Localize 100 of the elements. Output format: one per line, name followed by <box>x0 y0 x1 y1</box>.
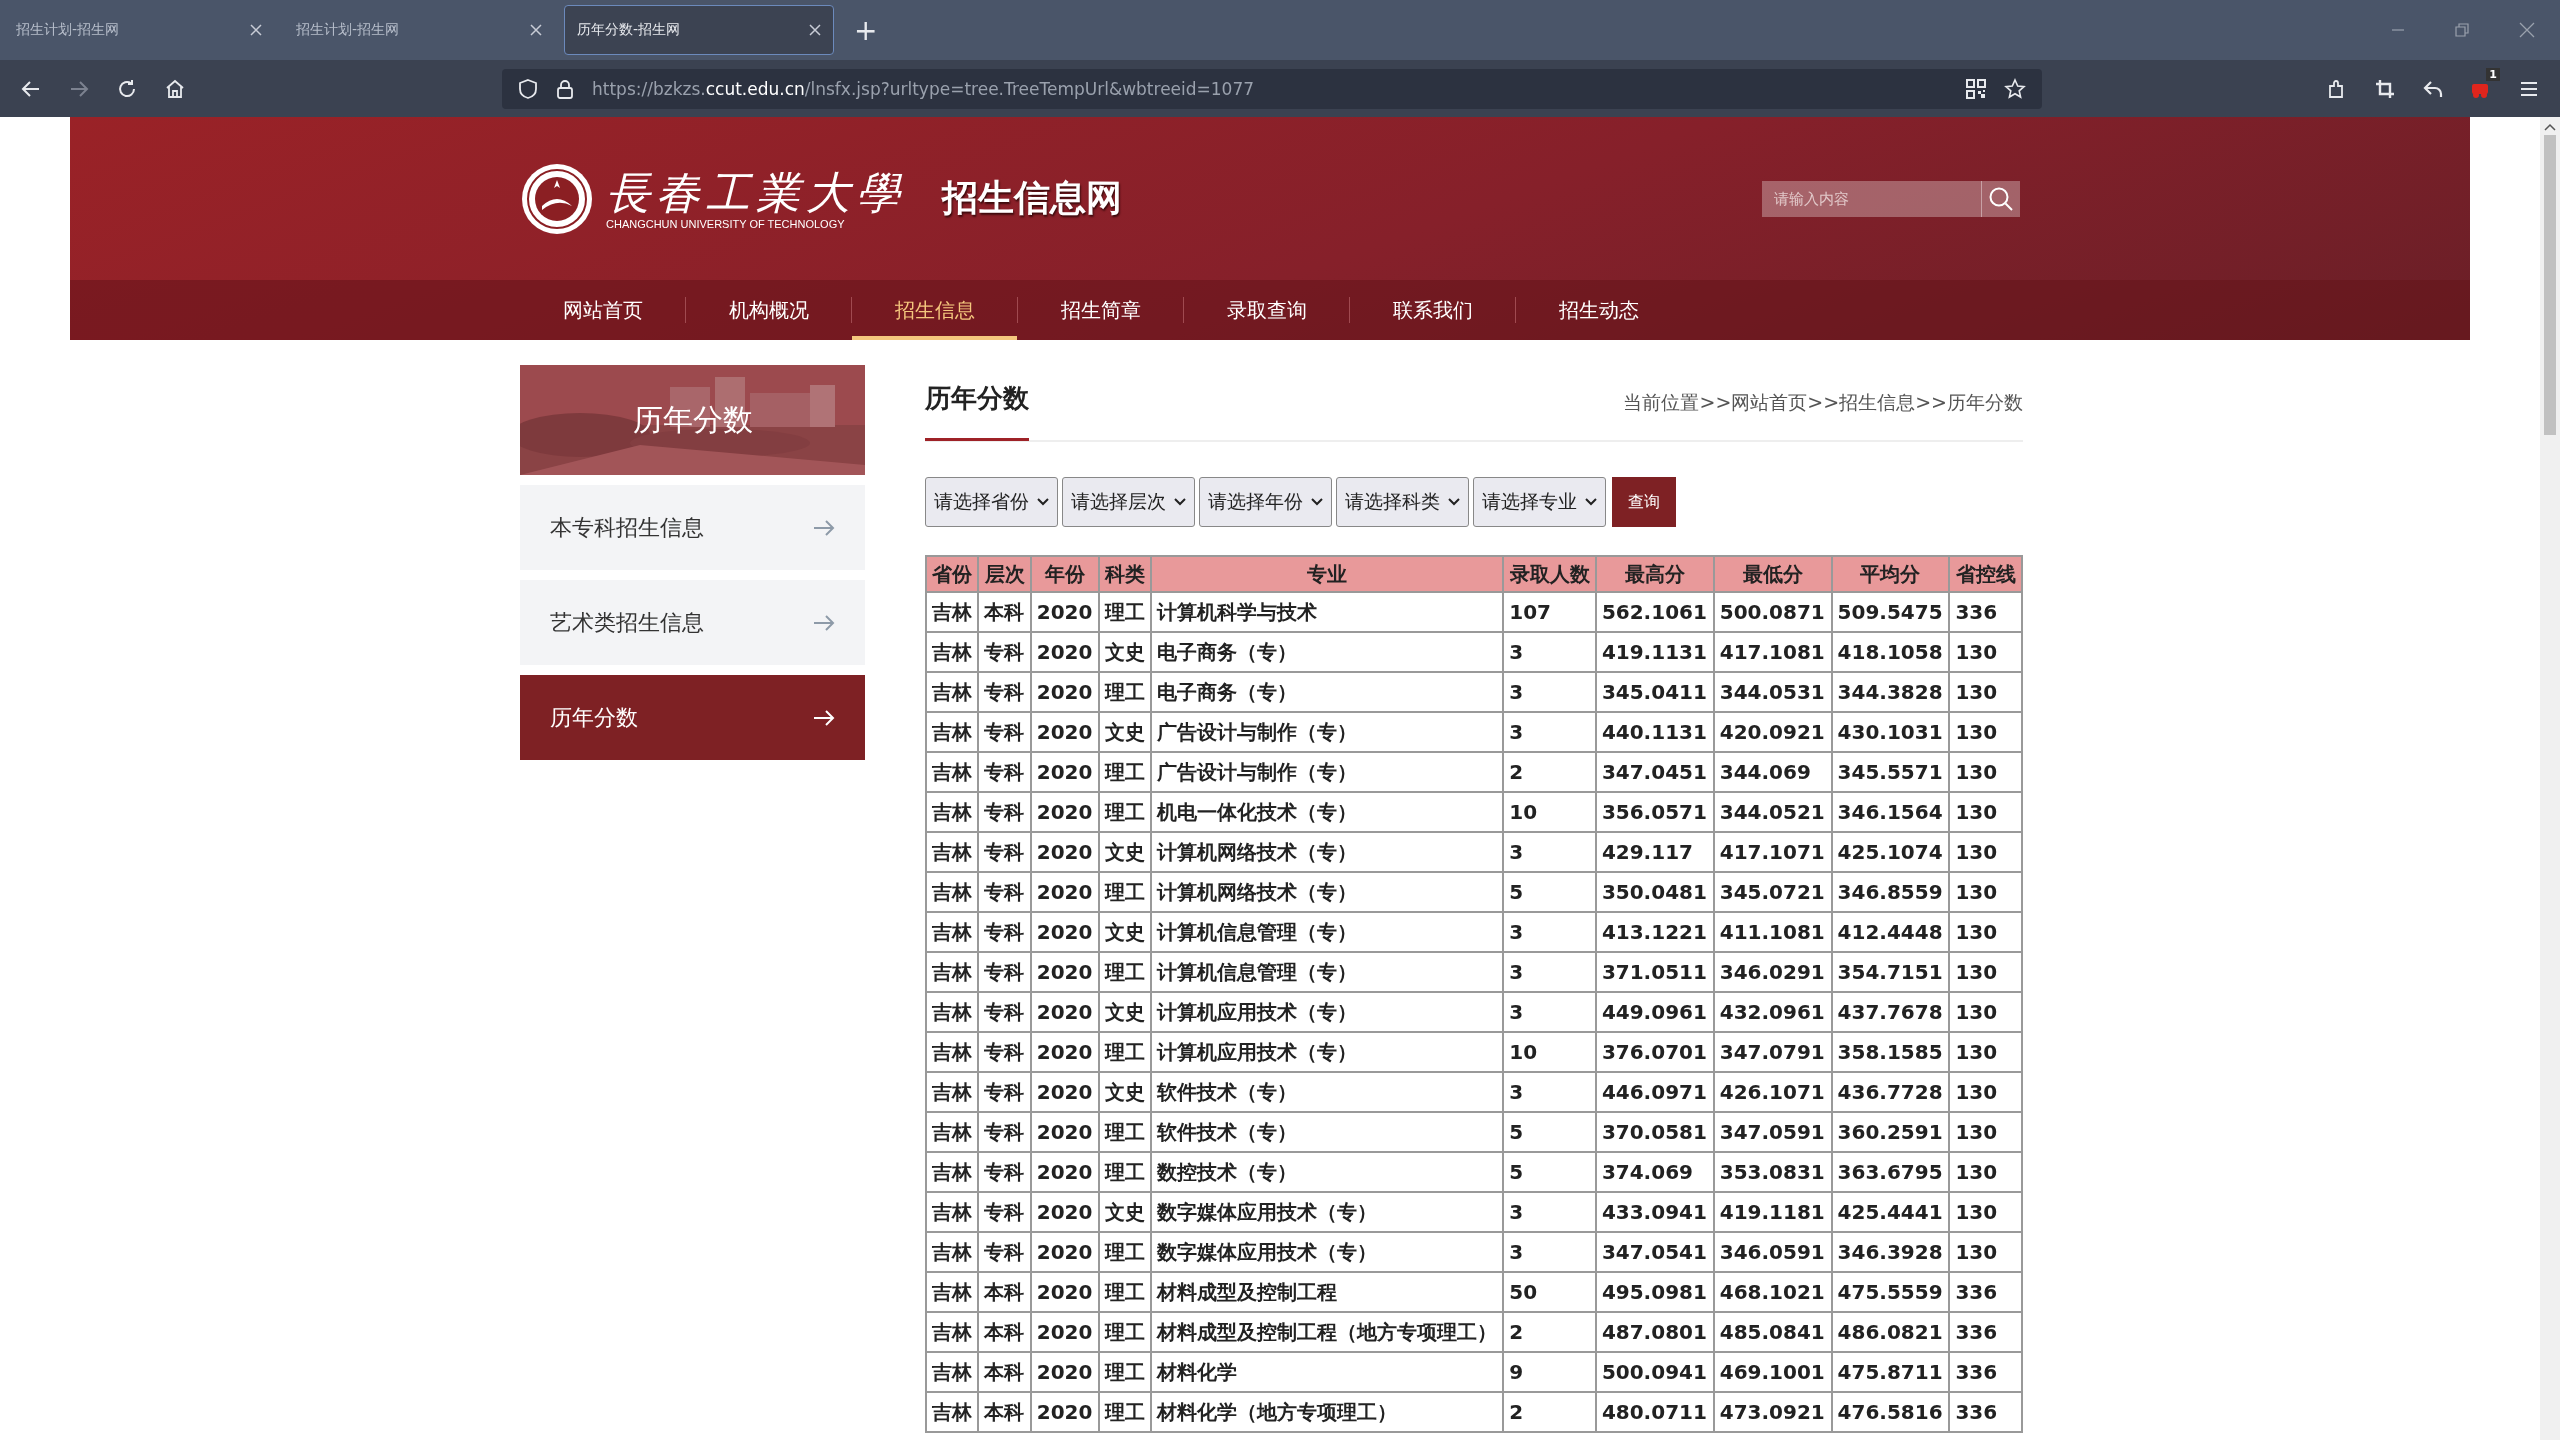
table-cell: 425.1074 <box>1831 832 1950 872</box>
browser-tab[interactable]: 招生计划-招生网 <box>284 5 554 55</box>
table-cell: 350.0481 <box>1595 872 1714 912</box>
table-cell: 429.117 <box>1595 832 1714 872</box>
lock-icon[interactable] <box>556 77 574 100</box>
university-name: 長春工業大學 <box>606 167 906 218</box>
table-cell: 3 <box>1503 672 1596 712</box>
query-button[interactable]: 查询 <box>1612 477 1676 527</box>
table-cell: 2 <box>1503 1312 1596 1352</box>
close-icon[interactable] <box>809 24 821 36</box>
column-header: 层次 <box>978 556 1031 592</box>
browser-tab[interactable]: 招生计划-招生网 <box>4 5 274 55</box>
table-cell: 417.1081 <box>1713 632 1832 672</box>
table-cell: 吉林 <box>926 792 979 832</box>
table-cell: 5 <box>1503 1112 1596 1152</box>
table-cell: 130 <box>1949 672 2022 712</box>
star-icon[interactable] <box>2004 77 2026 100</box>
table-cell: 426.1071 <box>1713 1072 1832 1112</box>
nav-link[interactable]: 联系我们 <box>1350 280 1515 340</box>
scrollbar-thumb[interactable] <box>2544 135 2556 435</box>
table-cell: 计算机信息管理（专） <box>1151 952 1504 992</box>
table-cell: 计算机网络技术（专） <box>1151 832 1504 872</box>
table-cell: 3 <box>1503 1232 1596 1272</box>
table-cell: 346.0591 <box>1713 1232 1832 1272</box>
nav-link[interactable]: 招生动态 <box>1516 280 1681 340</box>
chevron-icon <box>1037 498 1049 506</box>
filter-dropdown[interactable]: 请选择科类 <box>1336 477 1469 527</box>
table-cell: 理工 <box>1098 792 1152 832</box>
table-cell: 吉林 <box>926 1312 979 1352</box>
table-cell: 5 <box>1503 872 1596 912</box>
table-cell: 本科 <box>978 1272 1031 1312</box>
table-cell: 专科 <box>978 712 1031 752</box>
table-cell: 363.6795 <box>1831 1152 1950 1192</box>
column-header: 科类 <box>1098 556 1152 592</box>
table-cell: 440.1131 <box>1595 712 1714 752</box>
filter-dropdown[interactable]: 请选择省份 <box>925 477 1058 527</box>
table-cell: 2020 <box>1030 992 1099 1032</box>
table-cell: 理工 <box>1098 1232 1152 1272</box>
table-cell: 432.0961 <box>1713 992 1832 1032</box>
table-cell: 2020 <box>1030 792 1099 832</box>
table-cell: 446.0971 <box>1595 1072 1714 1112</box>
close-icon[interactable] <box>2519 22 2535 38</box>
filter-dropdown[interactable]: 请选择年份 <box>1199 477 1332 527</box>
close-icon[interactable] <box>530 24 542 36</box>
table-cell: 430.1031 <box>1831 712 1950 752</box>
table-cell: 130 <box>1949 632 2022 672</box>
nav-link[interactable]: 招生简章 <box>1018 280 1183 340</box>
table-cell: 本科 <box>978 592 1031 632</box>
table-cell: 358.1585 <box>1831 1032 1950 1072</box>
table-cell: 495.0981 <box>1595 1272 1714 1312</box>
filter-dropdown[interactable]: 请选择专业 <box>1473 477 1606 527</box>
emblem-icon <box>520 161 594 236</box>
table-cell: 417.1071 <box>1713 832 1832 872</box>
table-cell: 130 <box>1949 1112 2022 1152</box>
nav-link[interactable]: 机构概况 <box>686 280 851 340</box>
table-cell: 专科 <box>978 1032 1031 1072</box>
new-tab-button[interactable]: + <box>844 13 888 47</box>
table-cell: 437.7678 <box>1831 992 1950 1032</box>
browser-tab[interactable]: 历年分数-招生网 <box>564 5 834 55</box>
reload-icon[interactable] <box>116 77 138 100</box>
table-cell: 吉林 <box>926 832 979 872</box>
table-cell: 3 <box>1503 992 1596 1032</box>
nav-link[interactable]: 招生信息 <box>852 280 1017 340</box>
qr-code-icon[interactable] <box>1966 78 1986 99</box>
table-cell: 130 <box>1949 992 2022 1032</box>
table-cell: 346.8559 <box>1831 872 1950 912</box>
table-cell: 3 <box>1503 952 1596 992</box>
table-cell: 文史 <box>1098 912 1152 952</box>
column-header: 省控线 <box>1949 556 2022 592</box>
table-cell: 418.1058 <box>1831 632 1950 672</box>
table-cell: 433.0941 <box>1595 1192 1714 1232</box>
nav-link[interactable]: 录取查询 <box>1184 280 1349 340</box>
table-cell: 材料化学（地方专项理工） <box>1151 1392 1504 1432</box>
table-cell: 专科 <box>978 632 1031 672</box>
sidebar-item[interactable]: 艺术类招生信息 <box>520 580 865 665</box>
table-cell: 3 <box>1503 1072 1596 1112</box>
scrollbar[interactable] <box>2540 117 2560 1440</box>
table-cell: 专科 <box>978 752 1031 792</box>
nav-link[interactable]: 网站首页 <box>520 280 685 340</box>
table-cell: 562.1061 <box>1595 592 1714 632</box>
sidebar-item[interactable]: 本专科招生信息 <box>520 485 865 570</box>
search-icon[interactable] <box>1981 180 2020 217</box>
table-cell: 专科 <box>978 872 1031 912</box>
sidebar-item[interactable]: 历年分数 <box>520 675 865 760</box>
table-cell: 2020 <box>1030 1192 1099 1232</box>
column-header: 录取人数 <box>1503 556 1596 592</box>
table-cell: 吉林 <box>926 1272 979 1312</box>
table-cell: 2020 <box>1030 1032 1099 1072</box>
table-cell: 理工 <box>1098 1032 1152 1072</box>
table-cell: 广告设计与制作（专） <box>1151 752 1504 792</box>
address-bar[interactable]: https://bzkzs.ccut.edu.cn/lnsfx.jsp?urltype=tree.TreeTempUrl&wbtreeid=1077 <box>502 68 2042 109</box>
home-icon[interactable] <box>164 77 186 100</box>
filter-dropdown[interactable]: 请选择层次 <box>1062 477 1195 527</box>
crop-icon[interactable] <box>2374 77 2396 100</box>
table-cell: 材料成型及控制工程（地方专项理工） <box>1151 1312 1504 1352</box>
table-cell: 344.3828 <box>1831 672 1950 712</box>
table-cell: 文史 <box>1098 832 1152 872</box>
close-icon[interactable] <box>250 24 262 36</box>
scroll-up-icon[interactable] <box>2544 123 2556 131</box>
shield-icon[interactable] <box>518 77 538 100</box>
